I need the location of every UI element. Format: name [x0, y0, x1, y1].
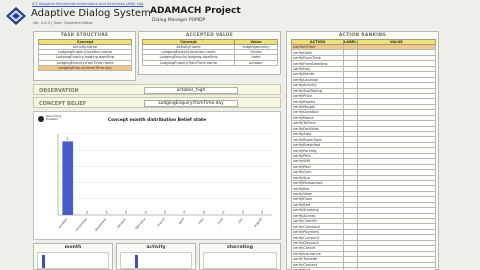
- action-ranking-table: ACTION LABEL VALUE confirmTime verifyDate…: [291, 39, 437, 270]
- x-tick-label: march: [156, 217, 166, 227]
- x-tick-label: november: [74, 217, 88, 233]
- x-tick-label: october: [58, 217, 69, 229]
- x-tick-label: december: [94, 217, 108, 232]
- action-ranking-panel: ACTION RANKING ACTION LABEL VALUE confir…: [286, 31, 439, 270]
- x-tick-label: june: [216, 217, 224, 226]
- bar-data-label: 0: [183, 211, 185, 215]
- task-structure-title: TASK STRUCTURE: [60, 33, 109, 38]
- bar-data-label: 0: [125, 211, 127, 215]
- concept-belief-value-field[interactable]: LodgingEnquiry.fromTime.day: [144, 100, 238, 107]
- mini-chart-bar: [135, 255, 139, 268]
- accepted-concept-cell: LodgingEnquiry.fromTime.name: [142, 59, 235, 66]
- observation-row: OBSERVATION october_high: [33, 84, 281, 95]
- app-subtitle: Ver. 2.4.0 | User: Quadrant Nitroc: [33, 21, 93, 25]
- accepted-value-row[interactable]: LodgingEnquiry.location.name trento: [142, 49, 278, 56]
- accepted-value-panel: ACCEPTED VALUE Concept Value Activity.na…: [138, 31, 281, 75]
- x-tick-label: february: [135, 217, 147, 230]
- belief-chart-panel: Recording Enabled Concept month distribu…: [33, 111, 281, 240]
- bar-data-label: 0: [242, 211, 244, 215]
- bar-data-label: 1: [67, 137, 69, 141]
- belief-bar-chart: 1 october 0 november 0 december 0 january 0 febru…: [58, 133, 272, 233]
- x-tick-label: august: [253, 217, 264, 229]
- mini-chart-bar: [42, 255, 45, 268]
- starrating-mini-chart: [203, 252, 277, 269]
- bar-data-label: 0: [144, 211, 146, 215]
- bar-data-label: 0: [86, 211, 88, 215]
- accepted-value-table: Concept Value Activity.name lodgingenquir…: [142, 39, 278, 66]
- ami-lab-logo-icon: [6, 7, 26, 25]
- concept-belief-row: CONCEPT BELIEF LodgingEnquiry.fromTime.d…: [33, 97, 281, 108]
- task-structure-row[interactable]: LodgingEnquiry.fromTime.day: [38, 64, 132, 71]
- task-concept-cell: LodgingEnquiry.fromTime.day: [38, 64, 132, 71]
- month-mini-chart: [37, 252, 109, 269]
- bar-data-label: 0: [164, 211, 166, 215]
- concept-belief-label: CONCEPT BELIEF: [39, 101, 87, 107]
- task-structure-table: Concept Activity.name LodgingEnquiry.loca…: [38, 39, 132, 71]
- x-tick-label: may: [197, 217, 205, 225]
- x-tick-label: july: [236, 217, 243, 225]
- action-ranking-title: ACTION RANKING: [338, 33, 387, 38]
- starrating-panel-title: starrating: [227, 245, 253, 250]
- starrating-distribution-panel: starrating: [199, 243, 281, 270]
- accepted-value-row[interactable]: LodgingEnquiry.lodging.dwelling hotel: [142, 54, 278, 61]
- activity-mini-chart: [120, 252, 192, 269]
- project-subtitle: Dialog Manager POMDP: [152, 18, 206, 23]
- bar-data-label: 0: [261, 211, 263, 215]
- bar-data-label: 0: [203, 211, 205, 215]
- x-tick-label: january: [115, 217, 127, 230]
- app-title: Adaptive Dialog System: [31, 8, 151, 19]
- observation-value-field[interactable]: october_high: [144, 87, 238, 94]
- column-header-label: LABEL: [343, 39, 358, 45]
- app-header: ICT Adaptive Multimedia Information and …: [0, 0, 480, 30]
- project-title: ADAMACH Project: [150, 6, 241, 16]
- observation-label: OBSERVATION: [39, 88, 79, 94]
- accepted-value-title: ACCEPTED VALUE: [185, 33, 234, 38]
- month-panel-title: month: [64, 245, 82, 250]
- activity-panel-title: activity: [146, 245, 166, 250]
- activity-distribution-panel: activity: [116, 243, 196, 270]
- task-structure-panel: TASK STRUCTURE Concept Activity.name Lodg…: [33, 31, 136, 81]
- month-distribution-panel: month: [33, 243, 113, 270]
- x-tick-label: april: [178, 217, 186, 225]
- accepted-value-row[interactable]: LodgingEnquiry.fromTime.name october: [142, 59, 278, 66]
- chart-bar: [62, 141, 74, 215]
- bar-data-label: 0: [106, 211, 108, 215]
- accepted-value-cell: october: [234, 59, 278, 66]
- lab-link[interactable]: ICT Adaptive Multimedia Information and …: [32, 2, 143, 6]
- bar-data-label: 0: [222, 211, 224, 215]
